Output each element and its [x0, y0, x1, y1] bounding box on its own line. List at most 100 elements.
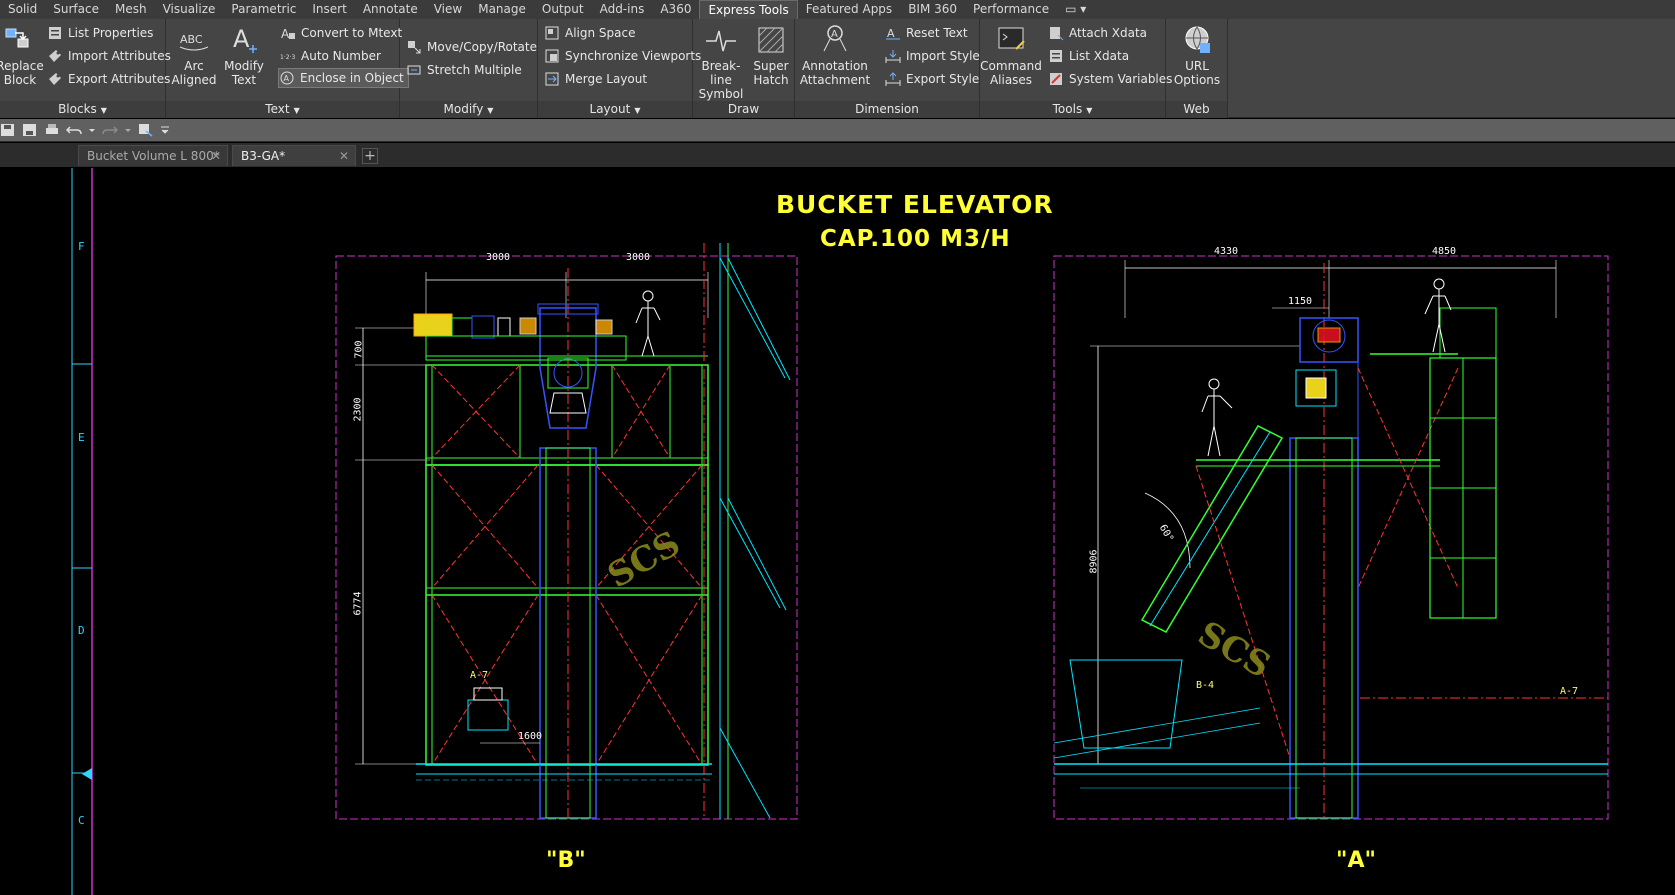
tab-view[interactable]: View: [426, 0, 470, 19]
align-space-button[interactable]: Align Space: [544, 23, 635, 43]
drawing-canvas[interactable]: F E D C BUCKET ELEVATOR CAP.100 M3/H 300…: [0, 168, 1675, 895]
import-style-button[interactable]: Import Style: [885, 46, 980, 66]
break-line-icon: [706, 30, 736, 52]
annotation-attachment-icon: A: [823, 25, 847, 52]
tab-a360[interactable]: A360: [652, 0, 699, 19]
import-attributes-button[interactable]: Import Attributes: [47, 46, 171, 66]
modify-text-icon: A: [233, 25, 257, 53]
import-attributes-icon: [49, 50, 61, 62]
zone-letter-e: E: [78, 431, 85, 444]
dim-a-8906: 8906: [1088, 549, 1100, 574]
panel-title-layout[interactable]: Layout ▼: [538, 101, 692, 118]
auto-number-button[interactable]: 1·2·3 Auto Number: [280, 46, 381, 66]
redo-icon[interactable]: [102, 123, 118, 137]
panel-title-web: Web: [1166, 101, 1227, 118]
export-attributes-label: Export Attributes: [68, 72, 171, 86]
chevron-down-icon[interactable]: [124, 123, 132, 137]
tab-bim-360[interactable]: BIM 360: [900, 0, 965, 19]
enclose-in-object-button[interactable]: A Enclose in Object: [278, 68, 409, 88]
tab-visualize[interactable]: Visualize: [155, 0, 224, 19]
dim-a-top-left: 4330: [1214, 246, 1239, 257]
auto-number-label: Auto Number: [301, 49, 381, 63]
close-icon[interactable]: ✕: [211, 146, 221, 167]
command-aliases-button[interactable]: Command Aliases: [980, 23, 1042, 87]
panel-title-blocks[interactable]: Blocks ▼: [0, 101, 165, 118]
print-icon[interactable]: [44, 123, 60, 137]
merge-layout-button[interactable]: Merge Layout: [544, 69, 647, 89]
break-line-symbol-button[interactable]: Break-line Symbol: [693, 23, 749, 101]
tab-express-tools[interactable]: Express Tools: [699, 0, 798, 19]
url-options-button[interactable]: URL Options: [1170, 23, 1224, 87]
undo-icon[interactable]: [66, 123, 82, 137]
export-attributes-button[interactable]: Export Attributes: [47, 69, 170, 89]
annotation-attachment-button[interactable]: A Annotation Attachment: [795, 23, 875, 87]
super-hatch-icon: [758, 27, 784, 53]
super-hatch-button[interactable]: Super Hatch: [749, 23, 793, 87]
panel-title-tools[interactable]: Tools ▼: [980, 101, 1165, 118]
panel-title-modify[interactable]: Modify ▼: [400, 101, 537, 118]
file-tab-bucket-volume[interactable]: Bucket Volume L 800* ✕: [78, 145, 228, 166]
convert-to-mtext-button[interactable]: A Convert to Mtext: [280, 23, 402, 43]
export-style-button[interactable]: Export Style: [885, 69, 979, 89]
modify-text-button[interactable]: A Modify Text: [222, 23, 266, 87]
url-options-label-2: Options: [1173, 73, 1221, 87]
dim-a-top-right: 4850: [1432, 246, 1457, 257]
convert-mtext-icon: A: [281, 27, 295, 41]
replace-block-button[interactable]: Replace Block: [0, 23, 44, 87]
zone-marker-icon: [82, 768, 92, 780]
import-attributes-label: Import Attributes: [68, 49, 171, 63]
tab-manage[interactable]: Manage: [470, 0, 534, 19]
tab-insert[interactable]: Insert: [304, 0, 354, 19]
save-as-icon[interactable]: [22, 123, 38, 137]
tab-solid[interactable]: Solid: [0, 0, 45, 19]
chevron-down-icon: ▼: [634, 106, 641, 115]
tab-performance[interactable]: Performance: [965, 0, 1057, 19]
import-style-label: Import Style: [906, 49, 980, 63]
tab-parametric[interactable]: Parametric: [223, 0, 304, 19]
tab-featured-apps[interactable]: Featured Apps: [798, 0, 900, 19]
ribbon-display-toggle-icon[interactable]: ▭ ▾: [1057, 0, 1094, 19]
tab-add-ins[interactable]: Add-ins: [592, 0, 653, 19]
list-xdata-button[interactable]: List Xdata: [1048, 46, 1129, 66]
system-variables-button[interactable]: System Variables: [1048, 69, 1172, 89]
reset-text-button[interactable]: A Reset Text: [885, 23, 968, 43]
panel-title-tools-label: Tools: [1052, 102, 1083, 116]
attach-xdata-button[interactable]: Attach Xdata: [1048, 23, 1147, 43]
panel-title-dimension: Dimension: [795, 101, 979, 118]
panel-title-text[interactable]: Text ▼: [166, 101, 399, 118]
ribbon: Replace Block List Properties Import Att…: [0, 19, 1675, 118]
view-a-drawing: [1053, 255, 1609, 820]
panel-modify: Move/Copy/Rotate Stretch Multiple Modify…: [400, 19, 538, 118]
tag-b-a7: A-7: [470, 670, 489, 681]
file-tab-label: B3-GA*: [241, 149, 286, 163]
stretch-multiple-button[interactable]: Stretch Multiple: [406, 60, 522, 80]
dim-b-top-right: 3000: [626, 252, 651, 263]
new-tab-button[interactable]: +: [362, 148, 378, 164]
super-hatch-label-1: Super: [753, 59, 789, 73]
panel-title-layout-label: Layout: [589, 102, 631, 116]
move-copy-rotate-button[interactable]: Move/Copy/Rotate: [406, 37, 537, 57]
url-options-label-1: URL: [1185, 59, 1209, 73]
arc-aligned-icon: ABC: [179, 33, 209, 51]
tab-annotate[interactable]: Annotate: [355, 0, 426, 19]
chevron-down-icon: ▼: [100, 106, 107, 115]
share-icon[interactable]: [138, 123, 154, 137]
svg-text:ABC: ABC: [180, 33, 203, 46]
customize-qat-icon[interactable]: [160, 123, 170, 137]
list-properties-icon: [49, 27, 61, 39]
tab-mesh[interactable]: Mesh: [107, 0, 155, 19]
chevron-down-icon: ▼: [487, 106, 494, 115]
synchronize-viewports-button[interactable]: Synchronize Viewports: [544, 46, 701, 66]
tab-surface[interactable]: Surface: [45, 0, 107, 19]
save-icon[interactable]: [0, 123, 16, 137]
arc-aligned-button[interactable]: ABC Arc Aligned: [171, 23, 216, 87]
panel-dimension: A Annotation Attachment A Reset Text Imp…: [795, 19, 980, 118]
file-tab-b3-ga[interactable]: B3-GA* ✕: [232, 145, 356, 166]
chevron-down-icon[interactable]: [88, 123, 96, 137]
attach-xdata-label: Attach Xdata: [1069, 26, 1148, 40]
move-copy-rotate-label: Move/Copy/Rotate: [427, 40, 537, 54]
list-properties-button[interactable]: List Properties: [47, 23, 153, 43]
move-copy-rotate-icon: [408, 41, 421, 54]
tab-output[interactable]: Output: [534, 0, 592, 19]
close-icon[interactable]: ✕: [339, 146, 349, 167]
